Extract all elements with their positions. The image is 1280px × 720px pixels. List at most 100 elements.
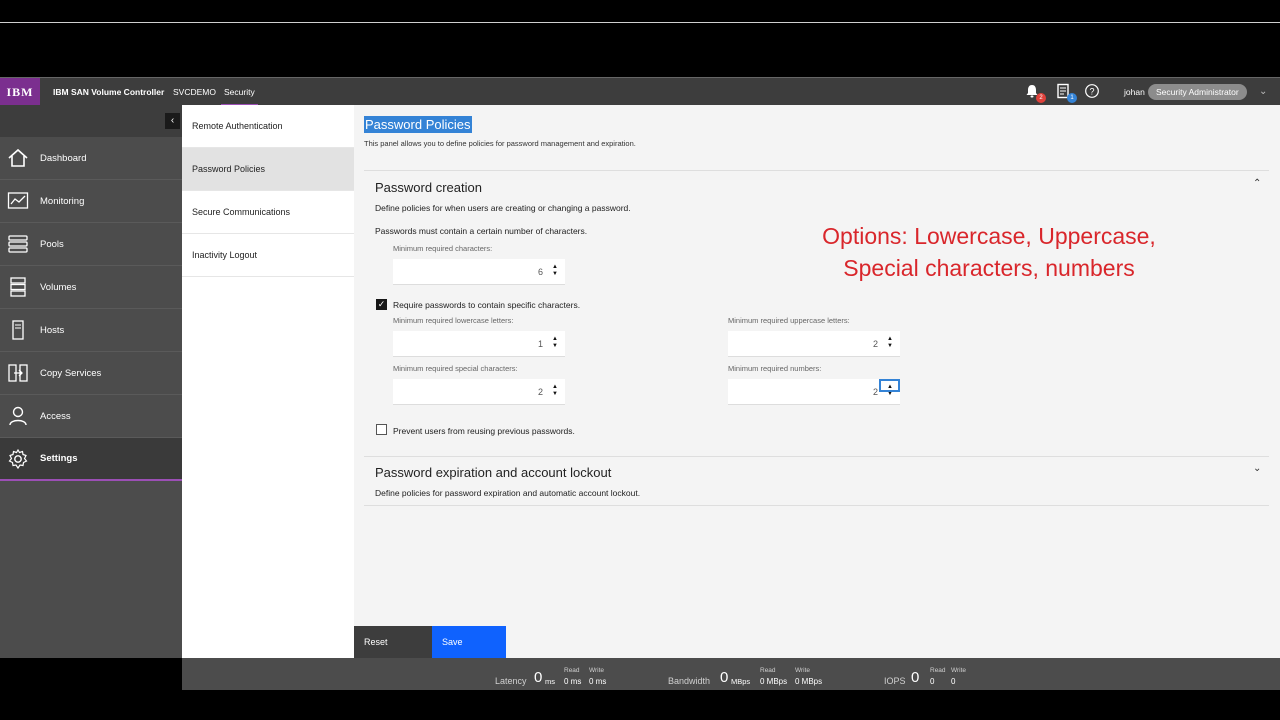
subnav-item-label: Remote Authentication — [192, 121, 283, 131]
subnav-item-password-policies[interactable]: Password Policies — [182, 148, 354, 191]
iops-write-header: Write — [951, 667, 967, 674]
access-icon — [9, 406, 27, 426]
monitoring-icon — [7, 192, 29, 209]
subnav-item-inactivity-logout[interactable]: Inactivity Logout — [182, 234, 354, 277]
user-name[interactable]: johan — [1124, 78, 1145, 106]
numbers-stepper[interactable]: 2 ▲ ▼ — [728, 379, 900, 405]
stepper-arrows-icon[interactable]: ▲ ▼ — [552, 336, 558, 350]
iops-read-header: Read — [930, 667, 946, 674]
latency-value: 0 — [534, 669, 543, 686]
password-expiration-title[interactable]: Password expiration and account lockout — [375, 465, 611, 480]
svg-text:?: ? — [1089, 86, 1094, 96]
section-divider — [364, 170, 1269, 171]
special-stepper[interactable]: 2 ▲ ▼ — [393, 379, 565, 405]
notifications-button[interactable]: 2 — [1024, 83, 1046, 103]
latency-unit: ms — [545, 677, 555, 686]
min-chars-value: 6 — [537, 267, 543, 277]
special-label: Minimum required special characters: — [393, 364, 518, 373]
hosts-icon — [12, 320, 24, 340]
sidebar-item-label: Copy Services — [40, 367, 102, 379]
page-title: Password Policies — [364, 116, 472, 133]
iops-label: IOPS — [884, 676, 906, 686]
password-expiration-description: Define policies for password expiration … — [375, 488, 641, 498]
frame-divider — [0, 22, 1280, 23]
iops-read-value: 0 — [930, 677, 935, 686]
sidebar-item-monitoring[interactable]: Monitoring — [0, 180, 182, 223]
bandwidth-write-value: 0 MBps — [795, 677, 823, 686]
section-divider — [364, 456, 1269, 457]
chevron-left-icon: ‹ — [170, 115, 175, 126]
require-specific-checkbox[interactable]: ✓ — [376, 299, 387, 310]
latency-label: Latency — [495, 676, 527, 686]
password-creation-title[interactable]: Password creation — [375, 180, 482, 195]
iops-value: 0 — [911, 669, 920, 686]
uppercase-value: 2 — [872, 339, 878, 349]
save-button[interactable]: Save — [432, 626, 506, 658]
numbers-value: 2 — [872, 387, 878, 397]
collapse-sidebar-button[interactable]: ‹ — [165, 113, 180, 129]
bandwidth-write-header: Write — [795, 667, 811, 674]
sidebar-item-label: Hosts — [40, 324, 65, 336]
sidebar-item-label: Volumes — [40, 281, 77, 293]
latency-write-header: Write — [589, 667, 605, 674]
annotation-line: Special characters, numbers — [843, 255, 1135, 281]
sidebar-item-label: Access — [40, 410, 71, 422]
annotation-line: Options: Lowercase, Uppercase, — [822, 223, 1156, 249]
gear-icon — [8, 448, 28, 469]
help-button[interactable]: ? — [1084, 83, 1102, 101]
uppercase-stepper[interactable]: 2 ▲ ▼ — [728, 331, 900, 357]
sidebar-item-label: Settings — [40, 453, 78, 464]
sidebar-top: ‹ — [0, 105, 182, 137]
stepper-arrows-icon[interactable]: ▲ ▼ — [552, 384, 558, 398]
breadcrumb-current: Security — [221, 78, 258, 106]
chevron-down-icon[interactable]: ⌄ — [1253, 463, 1261, 474]
sidebar-item-hosts[interactable]: Hosts — [0, 309, 182, 352]
sidebar-item-label: Pools — [40, 238, 64, 250]
pools-icon — [8, 235, 28, 253]
lowercase-label: Minimum required lowercase letters: — [393, 316, 514, 325]
page-description: This panel allows you to define policies… — [364, 139, 636, 148]
latency-write-value: 0 ms — [589, 677, 607, 686]
sidebar-item-dashboard[interactable]: Dashboard — [0, 137, 182, 180]
video-annotation: Options: Lowercase, Uppercase, Special c… — [794, 220, 1184, 284]
lowercase-stepper[interactable]: 1 ▲ ▼ — [393, 331, 565, 357]
sidebar-item-volumes[interactable]: Volumes — [0, 266, 182, 309]
iops-write-value: 0 — [951, 677, 956, 686]
sidebar-item-settings[interactable]: Settings — [0, 438, 182, 481]
min-chars-stepper[interactable]: 6 ▲ ▼ — [393, 259, 565, 285]
prevent-reuse-checkbox[interactable] — [376, 424, 387, 435]
focus-outline — [879, 379, 900, 392]
require-specific-label: Require passwords to contain specific ch… — [393, 300, 581, 310]
stepper-arrows-icon[interactable]: ▲ ▼ — [552, 264, 558, 278]
tasks-button[interactable]: 1 — [1055, 83, 1077, 103]
sidebar-item-pools[interactable]: Pools — [0, 223, 182, 266]
sidebar-item-access[interactable]: Access — [0, 395, 182, 438]
notifications-badge: 2 — [1036, 93, 1046, 103]
prevent-reuse-label: Prevent users from reusing previous pass… — [393, 426, 575, 436]
section-divider — [364, 505, 1269, 506]
ibm-logo[interactable]: IBM — [0, 78, 40, 106]
length-note: Passwords must contain a certain number … — [375, 226, 588, 236]
special-value: 2 — [537, 387, 543, 397]
user-menu-chevron-icon[interactable]: ⌄ — [1259, 86, 1267, 97]
main-sidebar: ‹ Dashboard Monitoring Pools Volumes Hos… — [0, 105, 182, 658]
settings-subnav: Remote Authentication Password Policies … — [182, 105, 354, 658]
stepper-arrows-icon[interactable]: ▲ ▼ — [887, 336, 893, 350]
main-content: Password Policies This panel allows you … — [354, 105, 1280, 658]
subnav-item-label: Inactivity Logout — [192, 250, 258, 260]
breadcrumb-system[interactable]: SVCDEMO — [173, 78, 216, 106]
help-icon: ? — [1085, 84, 1099, 98]
lowercase-value: 1 — [537, 339, 543, 349]
bandwidth-read-value: 0 MBps — [760, 677, 788, 686]
bandwidth-value: 0 — [720, 669, 729, 686]
sidebar-item-label: Monitoring — [40, 195, 85, 207]
volumes-icon — [10, 277, 26, 297]
subnav-item-label: Secure Communications — [192, 207, 291, 217]
bandwidth-read-header: Read — [760, 667, 776, 674]
top-header: IBM IBM SAN Volume Controller SVCDEMO Se… — [0, 77, 1280, 106]
subnav-item-remote-authentication[interactable]: Remote Authentication — [182, 105, 354, 148]
sidebar-item-copy-services[interactable]: Copy Services — [0, 352, 182, 395]
chevron-up-icon[interactable]: ⌃ — [1253, 178, 1261, 189]
subnav-item-secure-communications[interactable]: Secure Communications — [182, 191, 354, 234]
reset-button[interactable]: Reset — [354, 626, 432, 658]
